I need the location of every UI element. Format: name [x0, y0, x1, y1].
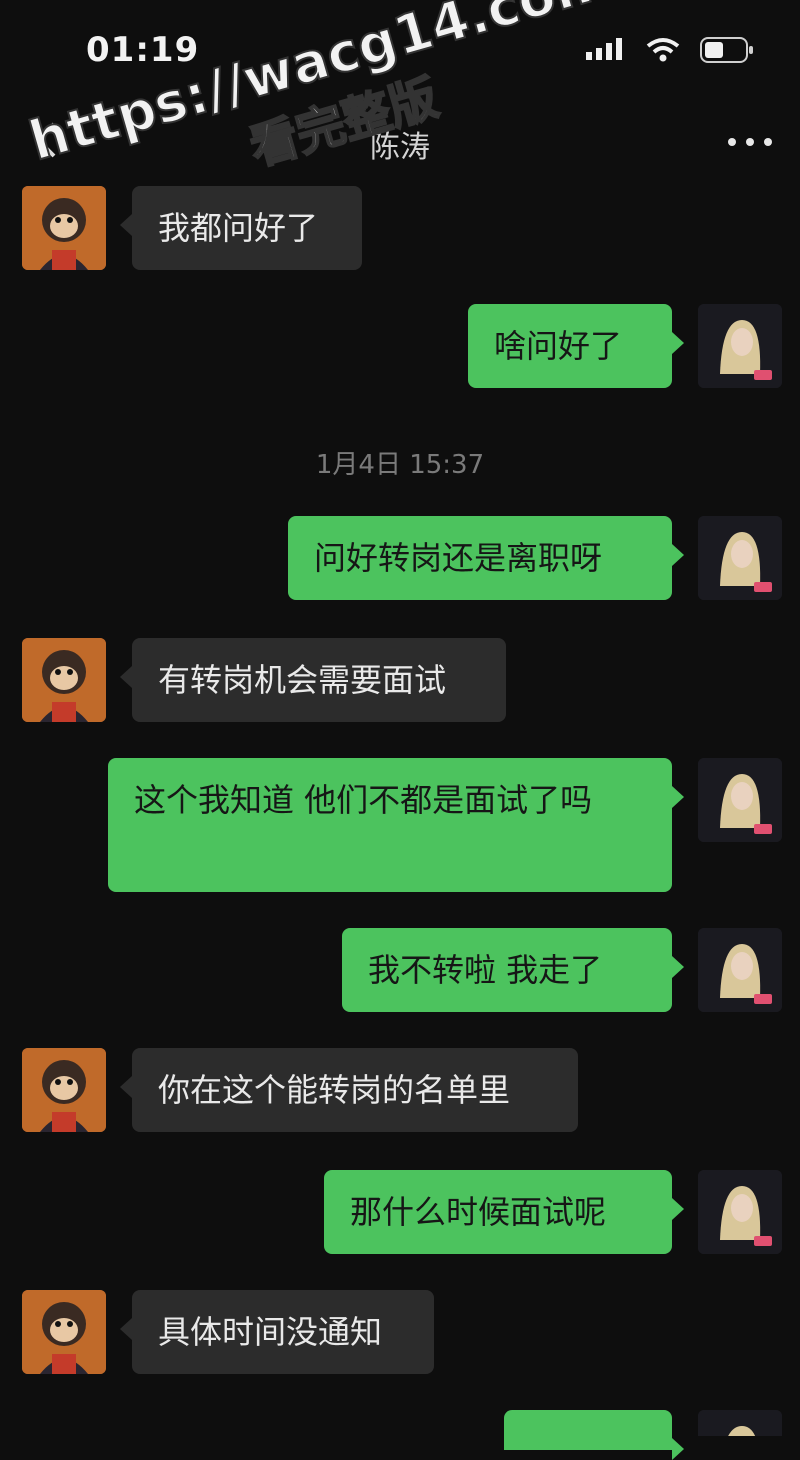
monkey-avatar-icon — [22, 186, 106, 270]
monkey-avatar-icon — [22, 1048, 106, 1132]
wifi-icon — [646, 38, 680, 62]
monkey-avatar-icon — [22, 638, 106, 722]
contact-avatar[interactable] — [22, 1048, 106, 1132]
user-photo-avatar-icon — [698, 758, 782, 842]
incoming-message[interactable]: 你在这个能转岗的名单里 — [120, 1048, 578, 1132]
self-avatar[interactable] — [698, 1410, 782, 1436]
contact-avatar[interactable] — [22, 186, 106, 270]
incoming-message[interactable]: 我都问好了 — [120, 186, 362, 270]
user-photo-avatar-icon — [698, 1410, 782, 1436]
outgoing-message[interactable]: 我不转啦 我走了 — [342, 928, 684, 1012]
signal-icon — [586, 38, 622, 60]
incoming-message[interactable]: 有转岗机会需要面试 — [120, 638, 506, 722]
incoming-message[interactable]: 具体时间没通知 — [120, 1290, 434, 1374]
user-photo-avatar-icon — [698, 304, 782, 388]
self-avatar[interactable] — [698, 304, 782, 388]
more-options-icon[interactable] — [728, 122, 772, 162]
system-icons — [586, 36, 756, 64]
chat-timestamp: 1月4日 15:37 — [315, 450, 485, 480]
monkey-avatar-icon — [22, 1290, 106, 1374]
outgoing-message[interactable]: 啥问好了 — [468, 304, 684, 388]
outgoing-message[interactable]: 问好转岗还是离职呀 — [288, 516, 684, 600]
outgoing-message[interactable] — [504, 1410, 684, 1460]
chat-title: 陈涛 — [370, 130, 430, 165]
self-avatar[interactable] — [698, 1170, 782, 1254]
contact-avatar[interactable] — [22, 1290, 106, 1374]
self-avatar[interactable] — [698, 516, 782, 600]
contact-avatar[interactable] — [22, 638, 106, 722]
outgoing-message[interactable]: 那什么时候面试呢 — [324, 1170, 684, 1254]
status-time: 01:19 — [86, 30, 200, 70]
user-photo-avatar-icon — [698, 516, 782, 600]
status-bar: 01:19 — [0, 0, 800, 100]
battery-icon — [700, 37, 753, 63]
outgoing-message[interactable]: 这个我知道 他们不都是面试了吗 — [108, 758, 684, 892]
chat-header: 陈涛 — [0, 100, 800, 184]
user-photo-avatar-icon — [698, 928, 782, 1012]
self-avatar[interactable] — [698, 928, 782, 1012]
self-avatar[interactable] — [698, 758, 782, 842]
user-photo-avatar-icon — [698, 1170, 782, 1254]
